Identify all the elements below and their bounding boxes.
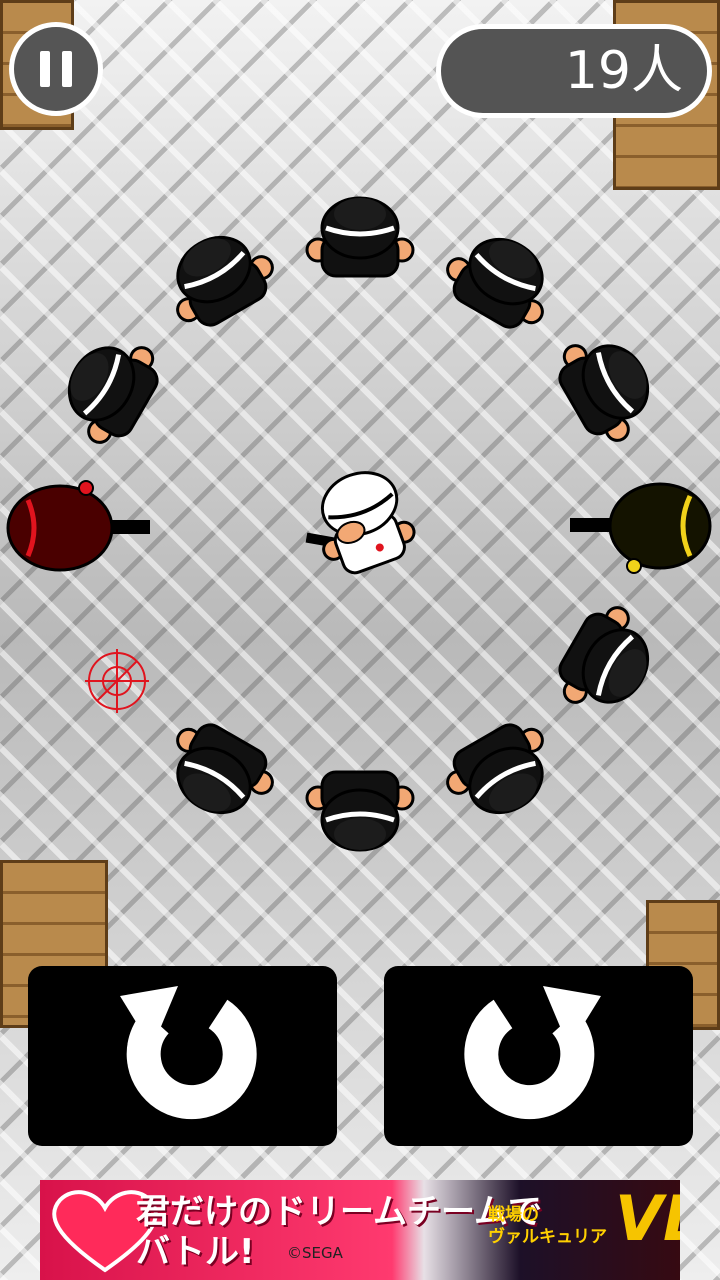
enemy-mafia	[153, 217, 284, 338]
ad-logo: VD	[615, 1182, 680, 1255]
enemy-red-gunman	[6, 480, 150, 572]
ad-banner[interactable]: 君だけのドリームチームで バトル! ©SEGA 戦場の ヴァルキュリア VD	[40, 1180, 680, 1280]
ad-game-title: 戦場の ヴァルキュリア	[488, 1205, 607, 1247]
rotate-clockwise-icon	[464, 986, 601, 1120]
enemy-mafia	[49, 323, 170, 454]
enemy-mafia	[153, 712, 284, 833]
crosshair-icon	[85, 649, 149, 713]
pause-icon	[40, 51, 50, 87]
rotate-right-button[interactable]	[384, 966, 693, 1146]
playfield[interactable]	[0, 0, 720, 960]
enemy-mafia	[307, 198, 413, 276]
enemy-mafia	[436, 219, 567, 340]
rotate-left-button[interactable]	[28, 966, 337, 1146]
enemy-count: 19人	[436, 24, 712, 118]
ad-copyright: ©SEGA	[287, 1244, 343, 1262]
enemy-mafia	[547, 321, 668, 452]
pause-button[interactable]	[9, 22, 103, 116]
player-white-suit	[305, 471, 416, 575]
enemy-yellow-gunman	[570, 482, 712, 574]
enemy-mafia	[547, 596, 668, 727]
rotate-counterclockwise-icon	[120, 986, 257, 1120]
enemy-mafia	[307, 772, 413, 850]
enemy-mafia	[436, 712, 567, 833]
